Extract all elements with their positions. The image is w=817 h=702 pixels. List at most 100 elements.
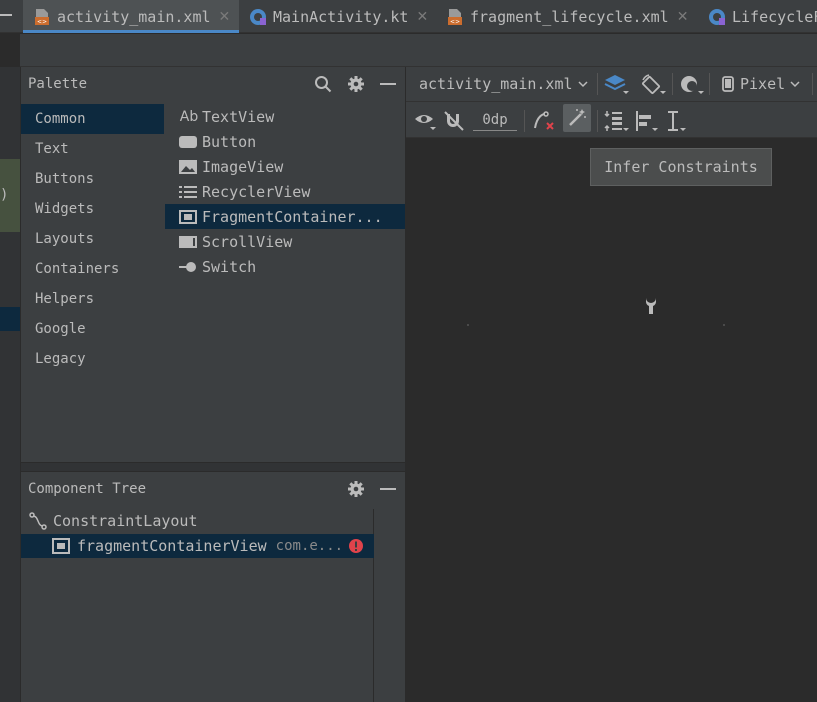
widget-button[interactable]: Button — [165, 129, 405, 154]
palette-widgets: Ab TextView Button ImageView RecyclerVie… — [165, 104, 405, 279]
kotlin-file-icon — [250, 8, 266, 25]
guidelines-icon[interactable] — [664, 109, 690, 133]
pack-icon[interactable] — [603, 109, 629, 133]
editor-tab-bar: <> activity_main.xml ✕ MainActivity.kt ✕… — [0, 0, 817, 33]
image-icon — [179, 159, 197, 175]
tree-item-constraintlayout[interactable]: ConstraintLayout — [21, 509, 374, 533]
xml-file-icon: <> — [35, 8, 49, 25]
panel-splitter[interactable] — [21, 462, 405, 472]
palette-panel: Palette Common Text Buttons Widgets Layo… — [21, 67, 405, 462]
chevron-down-icon — [578, 81, 588, 88]
tab-label: activity_main.xml — [57, 7, 211, 26]
constraint-layout-icon — [29, 512, 47, 530]
svg-text:<>: <> — [450, 18, 460, 25]
category-containers[interactable]: Containers — [21, 254, 164, 284]
category-layouts[interactable]: Layouts — [21, 224, 164, 254]
default-margin-field[interactable]: 0dp — [473, 109, 517, 131]
widget-switch[interactable]: Switch — [165, 254, 405, 279]
editor-mode-strip — [20, 34, 817, 67]
close-icon[interactable]: ✕ — [219, 9, 231, 25]
layers-icon[interactable] — [604, 74, 630, 96]
toolbar-separator — [597, 73, 598, 95]
theme-icon[interactable] — [679, 74, 705, 96]
tab-fragment-lifecycle[interactable]: <> fragment_lifecycle.xml ✕ — [446, 0, 688, 33]
tab-label: MainActivity.kt — [273, 7, 409, 26]
wrench-icon — [646, 296, 656, 314]
minimize-icon[interactable] — [379, 75, 397, 93]
toolbar-separator — [812, 73, 813, 95]
search-icon[interactable] — [314, 75, 332, 93]
tree-item-fragmentcontainerview[interactable]: fragmentContainerView com.e... — [21, 534, 374, 558]
tab-activity-main[interactable]: <> activity_main.xml ✕ — [23, 0, 239, 33]
clear-constraints-icon[interactable] — [533, 110, 557, 132]
widget-label: Button — [202, 132, 257, 151]
widget-scrollview[interactable]: ScrollView — [165, 229, 405, 254]
category-buttons[interactable]: Buttons — [21, 164, 164, 194]
minimize-icon[interactable] — [379, 480, 397, 498]
category-widgets[interactable]: Widgets — [21, 194, 164, 224]
palette-title: Palette — [28, 76, 88, 92]
tab-label: fragment_lifecycle.xml — [470, 7, 669, 26]
palette-categories: Common Text Buttons Widgets Layouts Cont… — [21, 104, 164, 374]
infer-constraints-button[interactable] — [563, 104, 591, 132]
file-dropdown-label: activity_main.xml — [419, 75, 573, 93]
toolbar-separator — [709, 73, 710, 95]
category-common[interactable]: Common — [21, 104, 164, 134]
error-icon[interactable] — [348, 538, 364, 554]
category-google[interactable]: Google — [21, 314, 164, 344]
tab-lifecycle[interactable]: LifecycleF — [708, 0, 817, 33]
selected-line — [0, 307, 20, 331]
phone-icon — [722, 76, 734, 92]
svg-text:<>: <> — [37, 18, 47, 25]
view-options-icon[interactable] — [414, 110, 440, 132]
category-text[interactable]: Text — [21, 134, 164, 164]
fragment-icon — [179, 209, 197, 225]
scrollview-icon — [179, 234, 197, 250]
design-canvas[interactable] — [406, 138, 817, 702]
tab-main-activity[interactable]: MainActivity.kt ✕ — [249, 0, 428, 33]
gear-icon[interactable] — [347, 480, 365, 498]
gear-icon[interactable] — [347, 75, 365, 93]
magic-wand-icon — [569, 109, 586, 126]
tree-item-label: fragmentContainerView — [77, 537, 267, 555]
toolbar-separator — [597, 110, 598, 132]
tab-label: LifecycleF — [732, 7, 817, 26]
close-icon[interactable]: ✕ — [677, 9, 689, 25]
widget-label: RecyclerView — [202, 182, 311, 201]
code-editor-edge: ) — [0, 67, 20, 702]
fragment-icon — [52, 538, 70, 554]
device-dropdown[interactable]: Pixel — [722, 75, 800, 93]
component-tree-title: Component Tree — [28, 481, 147, 497]
button-icon — [179, 134, 197, 150]
tree-item-class: com.e... — [275, 538, 344, 554]
rotate-icon[interactable] — [641, 74, 667, 96]
toolbar-separator — [524, 110, 525, 132]
widget-imageview[interactable]: ImageView — [165, 154, 405, 179]
widget-label: ScrollView — [202, 232, 293, 251]
widget-label: Switch — [202, 257, 257, 276]
minimize-icon[interactable] — [0, 14, 12, 16]
file-dropdown[interactable]: activity_main.xml — [419, 75, 588, 93]
widget-label: FragmentContainer... — [202, 207, 383, 226]
kotlin-file-icon — [709, 8, 725, 25]
list-icon — [179, 184, 197, 200]
tree-item-label: ConstraintLayout — [53, 512, 198, 530]
textview-icon: Ab — [179, 108, 199, 125]
design-toolbar: activity_main.xml Pixel — [406, 67, 817, 102]
align-icon[interactable] — [634, 109, 660, 133]
close-icon[interactable]: ✕ — [416, 9, 428, 25]
widget-fragmentcontainer[interactable]: FragmentContainer... — [165, 204, 405, 229]
category-helpers[interactable]: Helpers — [21, 284, 164, 314]
device-dropdown-label: Pixel — [740, 75, 786, 93]
canvas-marker — [467, 324, 469, 326]
component-tree-panel: Component Tree ConstraintLayout fragment… — [21, 472, 405, 702]
widget-textview[interactable]: Ab TextView — [165, 104, 405, 129]
category-legacy[interactable]: Legacy — [21, 344, 164, 374]
infer-constraints-tooltip: Infer Constraints — [590, 148, 772, 186]
widget-label: TextView — [202, 107, 275, 126]
autoconnect-off-icon[interactable] — [443, 110, 465, 132]
code-fragment: ) — [0, 187, 9, 203]
widget-recyclerview[interactable]: RecyclerView — [165, 179, 405, 204]
constraint-toolbar: 0dp — [406, 102, 817, 138]
component-tree: ConstraintLayout fragmentContainerView c… — [21, 509, 374, 702]
